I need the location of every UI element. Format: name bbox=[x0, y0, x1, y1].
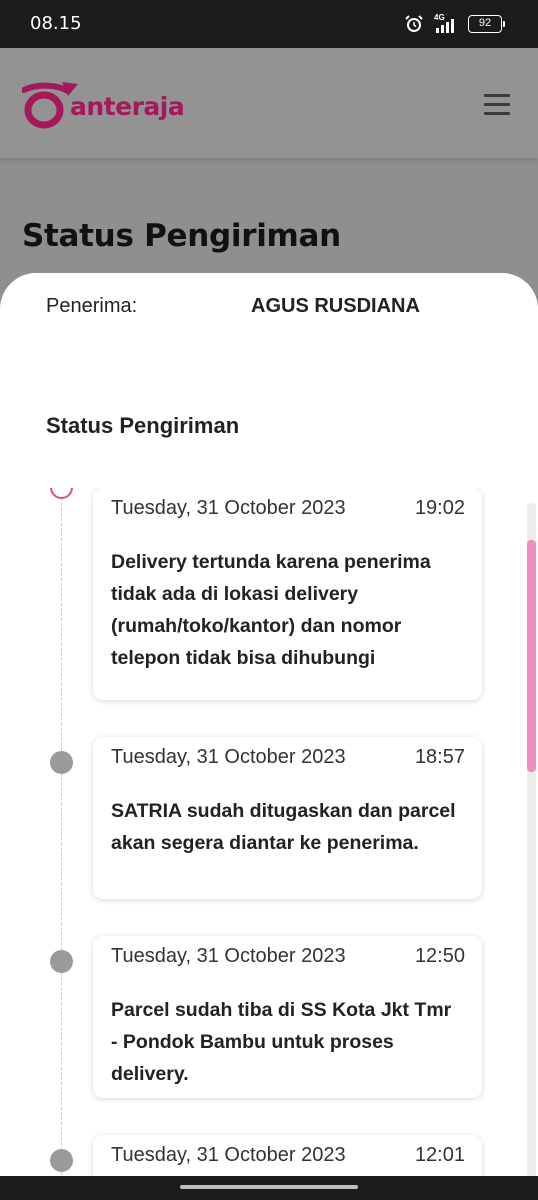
page-title: Status Pengiriman bbox=[22, 218, 341, 254]
event-date: Tuesday, 31 October 2023 bbox=[111, 746, 346, 768]
event-description: SATRIA sudah ditugaskan dan parcel akan … bbox=[111, 800, 456, 854]
timeline-dot-active bbox=[50, 488, 73, 499]
brand-name: anteraja bbox=[70, 92, 185, 121]
status-time: 08.15 bbox=[30, 13, 82, 34]
battery-icon: 92 bbox=[468, 15, 505, 33]
status-bar: 08.15 4G 92 bbox=[0, 0, 538, 48]
section-title: Status Pengiriman bbox=[46, 413, 240, 438]
hamburger-menu-icon[interactable] bbox=[484, 94, 512, 118]
event-date: Tuesday, 31 October 2023 bbox=[111, 1144, 346, 1166]
status-timeline[interactable]: Tuesday, 31 October 2023 19:02 Delivery … bbox=[0, 488, 538, 1200]
event-description: Delivery tertunda karena penerima tidak … bbox=[111, 551, 431, 669]
event-time: 12:01 bbox=[414, 1144, 465, 1166]
app-header: anteraja bbox=[0, 48, 538, 158]
alarm-icon bbox=[405, 15, 423, 32]
timeline-dot bbox=[50, 1149, 73, 1172]
timeline-card: Tuesday, 31 October 2023 19:02 Delivery … bbox=[93, 488, 482, 700]
status-icons: 4G 92 bbox=[404, 13, 505, 34]
recipient-name: AGUS RUSDIANA bbox=[251, 295, 420, 317]
timeline-dot bbox=[50, 950, 73, 973]
system-nav-bar bbox=[0, 1176, 538, 1200]
home-gesture-bar[interactable] bbox=[180, 1185, 358, 1189]
shipment-status-sheet: Penerima: AGUS RUSDIANA Status Pengirima… bbox=[0, 273, 538, 1200]
event-time: 18:57 bbox=[414, 746, 465, 768]
timeline-dot bbox=[50, 751, 73, 774]
recipient-label: Penerima: bbox=[46, 295, 138, 317]
event-description: Parcel sudah tiba di SS Kota Jkt Tmr - P… bbox=[111, 999, 452, 1085]
event-time: 12:50 bbox=[414, 945, 465, 967]
scrollbar-thumb[interactable] bbox=[527, 540, 536, 772]
event-date: Tuesday, 31 October 2023 bbox=[111, 945, 346, 967]
signal-icon: 4G bbox=[434, 13, 458, 33]
timeline-connector bbox=[61, 488, 62, 1200]
timeline-card: Tuesday, 31 October 2023 12:50 Parcel su… bbox=[93, 936, 482, 1098]
battery-level: 92 bbox=[478, 17, 492, 29]
timeline-card: Tuesday, 31 October 2023 18:57 SATRIA su… bbox=[93, 737, 482, 899]
event-time: 19:02 bbox=[414, 497, 465, 519]
event-date: Tuesday, 31 October 2023 bbox=[111, 497, 346, 519]
